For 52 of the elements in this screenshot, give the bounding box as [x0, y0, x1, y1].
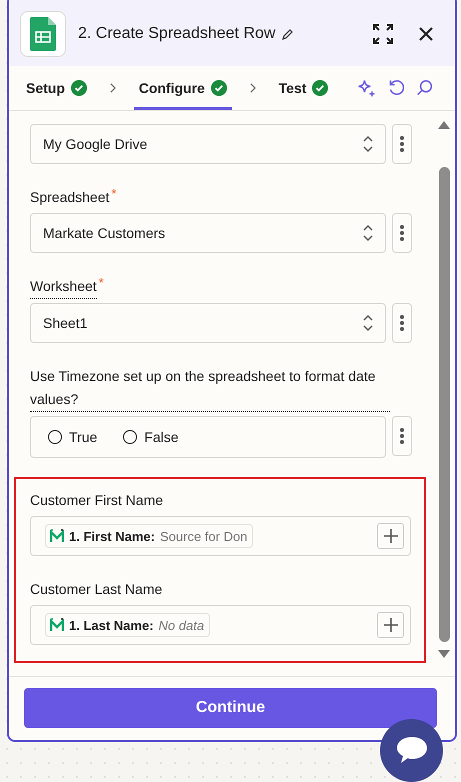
more-options-button[interactable] [392, 213, 412, 253]
select-field[interactable]: Sheet1 [30, 303, 386, 343]
mapped-field[interactable]: 1. First Name: Source for Don [30, 516, 411, 556]
more-options-button[interactable] [392, 416, 412, 456]
step-tab[interactable]: Test [274, 66, 334, 110]
required-mark: * [111, 186, 116, 201]
mapped-value-pill[interactable]: 1. Last Name: No data [45, 613, 210, 637]
select-field[interactable]: My Google Drive [30, 124, 386, 164]
plus-icon [384, 618, 398, 632]
step-tab[interactable]: Configure [134, 66, 232, 110]
kebab-icon [400, 315, 404, 331]
field-label: Customer Last Name [30, 580, 162, 599]
source-step: 1. First Name: [69, 528, 155, 544]
field-label: Spreadsheet [30, 188, 110, 207]
continue-button[interactable]: Continue [24, 688, 437, 728]
mapped-value-pill[interactable]: 1. First Name: Source for Don [45, 524, 254, 548]
source-step: 1. Last Name: [69, 618, 154, 632]
plus-icon [384, 529, 398, 543]
sort-caret-icon [363, 225, 373, 241]
search-icon[interactable] [416, 78, 433, 98]
source-value: Source for Don [160, 528, 248, 544]
kebab-icon [400, 136, 404, 152]
add-button[interactable] [377, 612, 404, 638]
required-mark: * [98, 275, 104, 290]
field-label: Customer First Name [30, 491, 164, 510]
kebab-icon [400, 428, 404, 444]
add-button[interactable] [377, 523, 404, 549]
step-title: 2. Create Spreadsheet Row [78, 25, 276, 43]
more-options-button[interactable] [392, 303, 412, 343]
radio-option[interactable]: False [123, 429, 179, 445]
scroll-down-icon[interactable] [438, 650, 450, 658]
radio-option[interactable]: True [48, 429, 98, 445]
field-label: Use Timezone set up on the spreadsheet to format date values? [30, 365, 390, 412]
app-logo-icon [50, 529, 64, 543]
source-value: No data [158, 618, 204, 632]
chevron-icon [110, 82, 116, 94]
field-label: Worksheet [30, 275, 97, 299]
chevron-icon [250, 82, 256, 94]
scroll-up-icon[interactable] [438, 121, 450, 129]
undo-icon[interactable] [388, 78, 404, 98]
sort-caret-icon [363, 136, 373, 152]
app-logo-icon [50, 618, 64, 632]
pencil-icon[interactable] [281, 28, 294, 40]
close-icon[interactable] [419, 27, 433, 41]
step-tab[interactable]: Setup [21, 66, 92, 110]
expand-icon[interactable] [373, 24, 393, 44]
sort-caret-icon [363, 315, 373, 331]
select-field[interactable]: Markate Customers [30, 213, 386, 253]
kebab-icon [400, 225, 404, 241]
spreadsheet-app-icon [20, 11, 66, 57]
mapped-field[interactable]: 1. Last Name: No data [30, 605, 411, 645]
more-options-button[interactable] [392, 124, 412, 164]
